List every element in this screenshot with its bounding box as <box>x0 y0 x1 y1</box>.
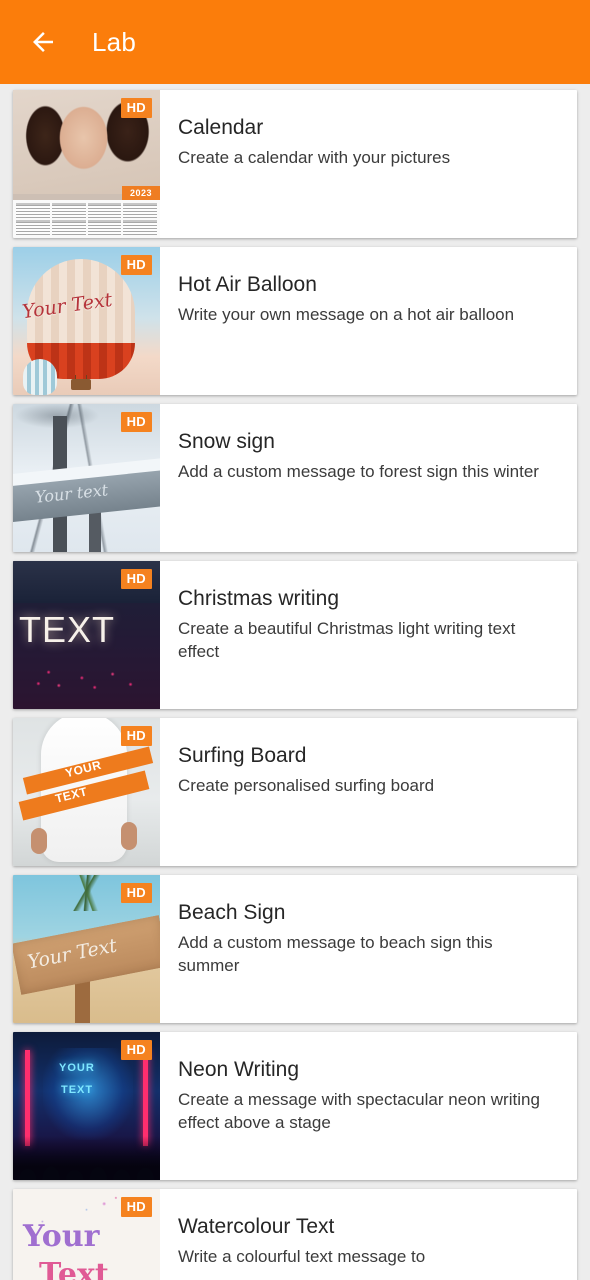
list-item[interactable]: YOUR TEXT HD Neon Writing Create a messa… <box>13 1032 577 1180</box>
hd-badge: HD <box>120 1040 152 1060</box>
hd-badge: HD <box>120 412 152 432</box>
list-item-text: Christmas writing Create a beautiful Chr… <box>160 561 577 709</box>
list-item-description: Create a beautiful Christmas light writi… <box>178 619 516 661</box>
thumbnail-watercolour-text: Your Text HD <box>13 1189 160 1280</box>
lab-screen: Lab 2023 HD Calendar Create a calendar w… <box>0 0 590 1280</box>
thumbnail-neon-writing: YOUR TEXT HD <box>13 1032 160 1180</box>
thumbnail-caption: TEXT <box>19 609 116 650</box>
list-item-text: Calendar Create a calendar with your pic… <box>160 90 577 238</box>
thumbnail-surfing-board: YOUR TEXT HD <box>13 718 160 866</box>
thumbnail-caption-2: Text <box>39 1257 109 1280</box>
back-button[interactable] <box>22 21 64 63</box>
list-item-title: Surfing Board <box>178 744 307 767</box>
list-item-description: Add a custom message to beach sign this … <box>178 933 493 975</box>
list-item-title: Christmas writing <box>178 587 340 610</box>
thumbnail-snow-sign: Your text HD <box>13 404 160 552</box>
list-item[interactable]: YOUR TEXT HD Surfing Board Create person… <box>13 718 577 866</box>
list-item-description: Write your own message on a hot air ball… <box>178 305 515 325</box>
hd-badge: HD <box>120 569 152 589</box>
lab-effect-list: 2023 HD Calendar Create a calendar with … <box>0 84 590 1280</box>
list-item[interactable]: Your text HD Snow sign Add a custom mess… <box>13 404 577 552</box>
hd-badge: HD <box>120 726 152 746</box>
list-item-title: Hot Air Balloon <box>178 273 317 296</box>
thumbnail-calendar: 2023 HD <box>13 90 160 238</box>
hd-badge: HD <box>120 883 152 903</box>
list-item-title: Neon Writing <box>178 1058 299 1081</box>
list-item-text: Hot Air Balloon Write your own message o… <box>160 247 577 395</box>
app-bar: Lab <box>0 0 590 84</box>
list-item-title: Calendar <box>178 116 264 139</box>
list-item-text: Watercolour Text Write a colourful text … <box>160 1189 577 1280</box>
list-item-description: Add a custom message to forest sign this… <box>178 462 539 482</box>
list-item-description: Write a colourful text message to <box>178 1247 426 1267</box>
list-item[interactable]: Your Text HD Beach Sign Add a custom mes… <box>13 875 577 1023</box>
list-item-text: Snow sign Add a custom message to forest… <box>160 404 577 552</box>
list-item[interactable]: Your Text HD Hot Air Balloon Write your … <box>13 247 577 395</box>
list-item-description: Create a message with spectacular neon w… <box>178 1090 540 1132</box>
hd-badge: HD <box>120 1197 152 1217</box>
list-item-text: Neon Writing Create a message with spect… <box>160 1032 577 1180</box>
list-item[interactable]: Your Text HD Watercolour Text Write a co… <box>13 1189 577 1280</box>
hd-badge: HD <box>120 255 152 275</box>
list-item-title: Snow sign <box>178 430 275 453</box>
thumbnail-caption: 2023 <box>121 186 160 200</box>
thumbnail-christmas-writing: TEXT HD <box>13 561 160 709</box>
list-item-text: Beach Sign Add a custom message to beach… <box>160 875 577 1023</box>
list-item[interactable]: TEXT HD Christmas writing Create a beaut… <box>13 561 577 709</box>
list-item[interactable]: 2023 HD Calendar Create a calendar with … <box>13 90 577 238</box>
list-item-description: Create personalised surfing board <box>178 776 435 796</box>
list-item-text: Surfing Board Create personalised surfin… <box>160 718 577 866</box>
page-title: Lab <box>92 26 136 57</box>
arrow-left-icon <box>33 32 53 52</box>
thumbnail-caption-1: YOUR <box>59 1062 95 1074</box>
thumbnail-caption-1: Your <box>23 1219 100 1254</box>
thumbnail-beach-sign: Your Text HD <box>13 875 160 1023</box>
list-item-title: Watercolour Text <box>178 1215 335 1238</box>
thumbnail-caption-2: TEXT <box>61 1084 94 1096</box>
list-item-description: Create a calendar with your pictures <box>178 148 451 168</box>
thumbnail-hot-air-balloon: Your Text HD <box>13 247 160 395</box>
list-item-title: Beach Sign <box>178 901 286 924</box>
hd-badge: HD <box>120 98 152 118</box>
